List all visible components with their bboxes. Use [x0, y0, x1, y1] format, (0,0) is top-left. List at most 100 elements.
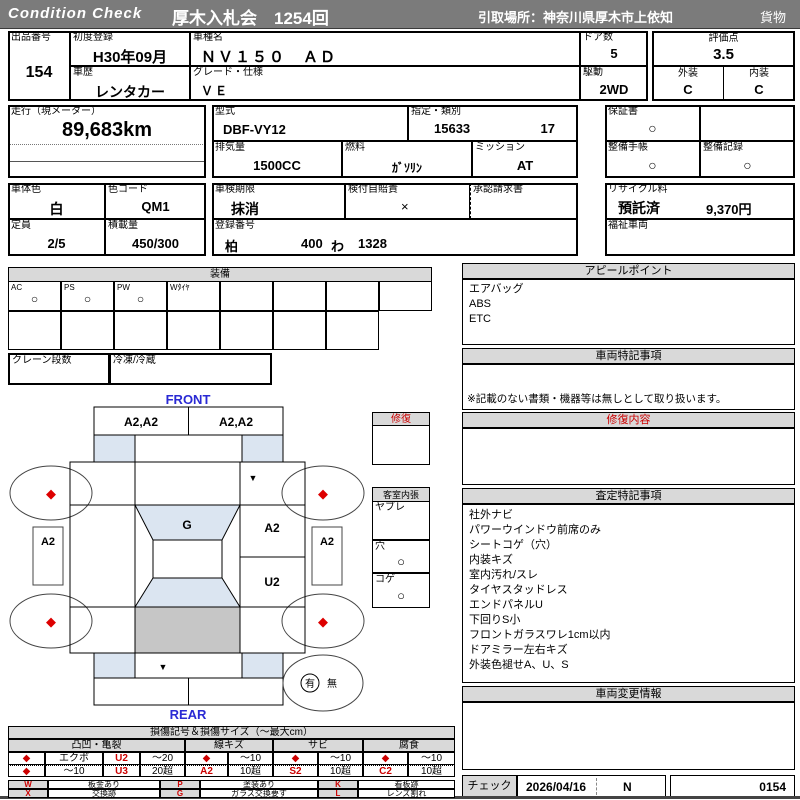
assessment-item: フロントガラスワレ1cm以内: [469, 629, 611, 641]
repair-detail-body: [462, 428, 795, 485]
right-side-code: A2: [320, 536, 334, 548]
legend-cell: ～10: [408, 752, 455, 765]
legend-symbol-letter: X: [8, 789, 48, 798]
vehicle-notes-disclaimer: ※記載のない書類・機器等は無しとして取り扱います。: [467, 393, 727, 405]
spare-no-text: 無: [327, 677, 337, 690]
auction-title: 厚木入札会 1254回: [172, 9, 329, 28]
equipment-cell-r2-1: [8, 311, 61, 350]
mileage-label: 走行（現メーター）: [11, 106, 101, 117]
repair-detail-header: 修復内容: [462, 412, 795, 428]
appeal-header: アピールポイント: [462, 263, 795, 279]
legend-symbol-text: レンズ割れ: [358, 789, 455, 798]
legend-symbol-letter: K: [318, 780, 358, 789]
legend-diamond-icon: ◆: [363, 752, 408, 765]
first-registration-cell: 初度登録 H30年09月: [70, 31, 190, 66]
cabin-row-tear: ヤブレ: [372, 501, 430, 540]
body-color-label: 車体色: [11, 184, 41, 195]
designation-value-1: 15633: [434, 121, 471, 136]
wheel-mark-rear-left: ◆: [46, 614, 56, 629]
interior-grade-cell: 内装 C: [723, 66, 795, 101]
legend-cell: ～20: [140, 752, 185, 765]
fuel-label: 燃料: [345, 142, 365, 153]
check-code: N: [623, 780, 632, 794]
maintenance-record-mark: ○: [743, 157, 752, 173]
model-name-label: 車種名: [193, 32, 223, 43]
registration-area: 柏: [225, 239, 239, 254]
maintenance-book-cell: 整備手帳 ○: [605, 141, 700, 178]
recycle-fee-label: リサイクル料: [608, 184, 668, 195]
drive-label: 駆動: [583, 67, 603, 78]
legend-cell: 10超: [228, 765, 273, 777]
capacity-cell: 定員 2/5: [8, 219, 105, 256]
legend-cell: 10超: [318, 765, 363, 777]
model-code-value: DBF-VY12: [223, 122, 286, 137]
fuel-value: ｶﾞｿﾘﾝ: [391, 161, 422, 175]
capacity-label: 定員: [11, 220, 31, 231]
appeal-body: エアバッグ ABS ETC: [462, 279, 795, 345]
legend-cell: 20超: [140, 765, 185, 777]
rear-marker: ▼: [159, 662, 168, 672]
approval-request-cell: 承認請求書: [470, 183, 578, 219]
assessment-item: 外装色褪せA、U、S: [469, 659, 569, 671]
maintenance-record-label: 整備記録: [703, 142, 743, 153]
cabin-trim-header: 客室内張: [372, 487, 430, 502]
assessment-item: 内装キズ: [469, 554, 513, 566]
check-number: 0154: [759, 780, 786, 794]
doors-cell: ドア数 5: [580, 31, 648, 66]
body-color-cell: 車体色 白: [8, 183, 105, 219]
warranty-empty-cell: [700, 105, 795, 141]
capacity-value: 2/5: [47, 236, 66, 251]
legend-cell: U3: [103, 765, 140, 777]
check-date-cell: 2026/04/16 N: [517, 775, 666, 797]
model-code-label: 型式: [215, 106, 235, 117]
recycle-status: 預託済: [618, 200, 660, 216]
legend-col-scratch: 線キズ: [185, 739, 273, 752]
equipment-cell-7: [326, 281, 379, 311]
exterior-grade-label: 外装: [678, 68, 698, 79]
cabin-row-burn: コゲ ○: [372, 573, 430, 608]
first-registration-label: 初度登録: [73, 32, 113, 43]
cabin-hole-mark: ○: [397, 554, 405, 569]
legend-col-dent: 凸凹・亀裂: [8, 739, 185, 752]
cabin-tear-label: ヤブレ: [375, 502, 405, 513]
equipment-label-wtire: Wﾀｲﾔ: [170, 283, 190, 292]
inspection-label: 車検期限: [215, 184, 255, 195]
mileage-value: 89,683km: [61, 119, 153, 141]
rear-label: REAR: [170, 707, 207, 720]
assessment-item: 下回りS小: [469, 614, 521, 626]
equipment-cell-8: [379, 281, 432, 311]
equipment-cell-r2-3: [114, 311, 167, 350]
assessment-item: パワーウインドウ前席のみ: [469, 524, 601, 536]
warranty-label: 保証書: [608, 106, 638, 117]
transmission-cell: ミッション AT: [472, 141, 578, 178]
cabin-burn-label: コゲ: [375, 574, 395, 585]
load-capacity-label: 積載量: [108, 220, 138, 231]
equipment-cell-ps: PS ○: [61, 281, 114, 311]
assessment-item: シートコゲ（穴）: [469, 539, 557, 551]
doors-value: 5: [610, 46, 618, 61]
history-label: 車歴: [73, 67, 93, 78]
insurance-mark: ×: [401, 199, 409, 214]
equipment-cell-6: [273, 281, 326, 311]
front-bumper-right-code: A2,A2: [219, 415, 253, 429]
front-bumper-left-code: A2,A2: [124, 415, 158, 429]
cabin-row-hole: 穴 ○: [372, 540, 430, 573]
assessment-item: 社外ナビ: [469, 509, 513, 521]
appeal-item: エアバッグ: [469, 283, 524, 295]
model-code-cell: 型式 DBF-VY12: [212, 105, 408, 141]
appeal-item: ETC: [469, 313, 491, 325]
legend-symbol-text: 塗装あり: [200, 780, 318, 789]
equipment-cell-r2-4: [167, 311, 220, 350]
legend-symbol-letter: P: [160, 780, 200, 789]
doors-label: ドア数: [583, 32, 613, 43]
equipment-cell-r2-2: [61, 311, 114, 350]
equipment-cell-r2-5: [220, 311, 273, 350]
load-capacity-value: 450/300: [132, 236, 179, 251]
exterior-grade-value: C: [683, 82, 693, 97]
recycle-fee-value: 9,370円: [706, 202, 752, 217]
cabin-hole-label: 穴: [375, 541, 385, 552]
mileage-cell: 走行（現メーター） 89,683km: [8, 105, 206, 178]
load-capacity-cell: 積載量 450/300: [105, 219, 206, 256]
right-rear-panel-code: U2: [264, 575, 280, 589]
legend-cell: ～10: [318, 752, 363, 765]
